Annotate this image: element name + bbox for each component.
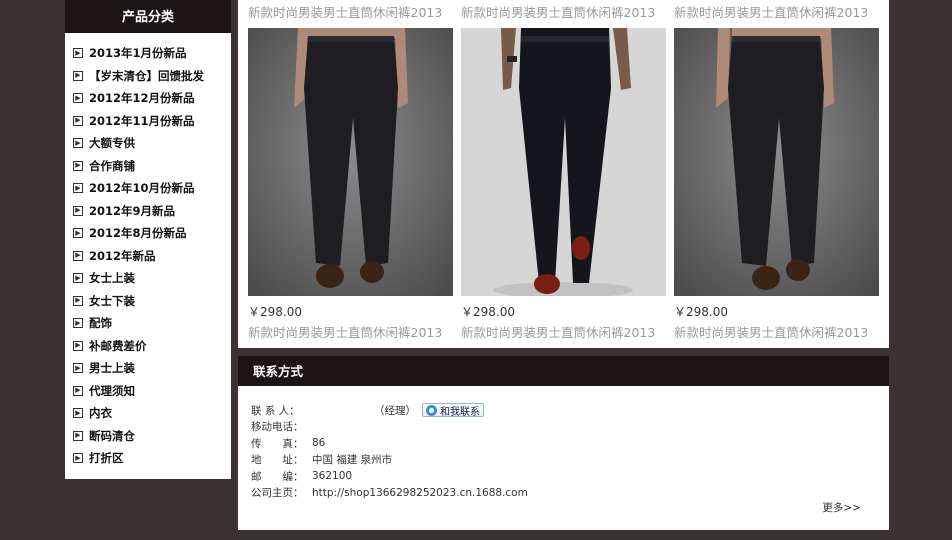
category-label: 2012年11月份新品 bbox=[89, 113, 195, 128]
category-label: 内衣 bbox=[89, 406, 112, 421]
homepage-row: 公司主页： http://shop1366298252023.cn.1688.c… bbox=[251, 485, 889, 502]
arrow-box-icon: ▶ bbox=[73, 93, 83, 104]
category-label: 代理须知 bbox=[89, 383, 135, 398]
category-label: 大额专供 bbox=[89, 136, 135, 151]
product-title-link[interactable]: 新款时尚男装男士直筒休闲裤2013 bbox=[248, 2, 442, 21]
product-title-link[interactable]: 新款时尚男装男士直筒休闲裤2013 bbox=[461, 2, 655, 21]
arrow-box-icon: ▶ bbox=[73, 138, 83, 149]
contact-title: 联系方式 bbox=[238, 356, 889, 386]
arrow-box-icon: ▶ bbox=[73, 160, 83, 171]
zip-label: 邮 编： bbox=[251, 470, 304, 483]
arrow-box-icon: ▶ bbox=[73, 318, 83, 329]
contact-person-label: 联 系 人： bbox=[251, 404, 300, 417]
chat-button-label: 和我联系 bbox=[440, 406, 480, 418]
category-item[interactable]: ▶ 断码清仓 bbox=[65, 425, 231, 448]
contact-info: 联 系 人： （经理） 和我联系 移动电话： 传 真： 86 地 址： 中国 福… bbox=[238, 386, 889, 501]
category-item[interactable]: ▶ 2013年1月份新品 bbox=[65, 42, 231, 65]
category-item[interactable]: ▶ 大额专供 bbox=[65, 132, 231, 155]
arrow-box-icon: ▶ bbox=[73, 430, 83, 441]
category-item[interactable]: ▶ 内衣 bbox=[65, 402, 231, 425]
sidebar-title: 产品分类 bbox=[65, 0, 231, 33]
category-item[interactable]: ▶ 女士下装 bbox=[65, 290, 231, 313]
category-item[interactable]: ▶ 补邮费差价 bbox=[65, 335, 231, 358]
fax-row: 传 真： 86 bbox=[251, 435, 889, 452]
category-label: 2013年1月份新品 bbox=[89, 46, 187, 61]
category-item[interactable]: ▶ 代理须知 bbox=[65, 380, 231, 403]
fax-label: 传 真： bbox=[251, 437, 304, 450]
category-sidebar: 产品分类 ▶ 2013年1月份新品 ▶ 【岁末清仓】回馈批发 ▶ 2012年12月份新… bbox=[65, 0, 231, 479]
category-label: 断码清仓 bbox=[89, 428, 135, 443]
category-label: 2012年12月份新品 bbox=[89, 91, 195, 106]
mobile-row: 移动电话： bbox=[251, 419, 889, 436]
homepage-label: 公司主页： bbox=[251, 487, 304, 500]
category-item[interactable]: ▶ 2012年新品 bbox=[65, 245, 231, 268]
category-label: 男士上装 bbox=[89, 361, 135, 376]
category-item[interactable]: ▶ 2012年12月份新品 bbox=[65, 87, 231, 110]
mobile-label: 移动电话： bbox=[251, 421, 304, 434]
address-value: 中国 福建 泉州市 bbox=[312, 454, 393, 467]
category-item[interactable]: ▶ 女士上装 bbox=[65, 267, 231, 290]
arrow-box-icon: ▶ bbox=[73, 183, 83, 194]
contact-person-row: 联 系 人： （经理） 和我联系 bbox=[251, 402, 889, 419]
category-item[interactable]: ▶ 2012年9月新品 bbox=[65, 200, 231, 223]
category-label: 女士上装 bbox=[89, 271, 135, 286]
category-item[interactable]: ▶ 男士上装 bbox=[65, 357, 231, 380]
address-label: 地 址： bbox=[251, 454, 304, 467]
more-link[interactable]: 更多>> bbox=[822, 500, 861, 515]
category-label: 2012年9月新品 bbox=[89, 203, 176, 218]
product-image-jeans[interactable] bbox=[674, 28, 879, 296]
category-label: 女士下装 bbox=[89, 293, 135, 308]
category-label: 补邮费差价 bbox=[89, 338, 147, 353]
arrow-box-icon: ▶ bbox=[73, 228, 83, 239]
arrow-box-icon: ▶ bbox=[73, 295, 83, 306]
category-item[interactable]: ▶ 合作商铺 bbox=[65, 155, 231, 178]
arrow-box-icon: ▶ bbox=[73, 385, 83, 396]
product-image-jeans[interactable] bbox=[461, 28, 666, 296]
category-list: ▶ 2013年1月份新品 ▶ 【岁末清仓】回馈批发 ▶ 2012年12月份新品 ▶ 20… bbox=[65, 33, 231, 470]
arrow-box-icon: ▶ bbox=[73, 408, 83, 419]
product-image-jeans[interactable] bbox=[248, 28, 453, 296]
contact-panel: 联系方式 联 系 人： （经理） 和我联系 移动电话： 传 真： 86 地 址：… bbox=[238, 356, 889, 530]
product-price: ￥298.00 bbox=[461, 305, 515, 319]
product-title-link[interactable]: 新款时尚男装男士直筒休闲裤2013 bbox=[248, 322, 442, 341]
product-title-link[interactable]: 新款时尚男装男士直筒休闲裤2013 bbox=[674, 322, 868, 341]
category-label: 配饰 bbox=[89, 316, 112, 331]
category-item[interactable]: ▶ 2012年10月份新品 bbox=[65, 177, 231, 200]
arrow-box-icon: ▶ bbox=[73, 115, 83, 126]
category-label: 合作商铺 bbox=[89, 158, 135, 173]
product-grid: 新款时尚男装男士直筒休闲裤2013 ￥298.00 新款时尚男装男士直筒休闲裤2… bbox=[238, 0, 889, 348]
arrow-box-icon: ▶ bbox=[73, 250, 83, 261]
arrow-box-icon: ▶ bbox=[73, 453, 83, 464]
contact-person-value: （经理） bbox=[374, 404, 416, 417]
category-item[interactable]: ▶ 【岁末清仓】回馈批发 bbox=[65, 65, 231, 88]
arrow-box-icon: ▶ bbox=[73, 205, 83, 216]
product-price: ￥298.00 bbox=[674, 305, 728, 319]
zip-row: 邮 编： 362100 bbox=[251, 468, 889, 485]
category-label: 2012年8月份新品 bbox=[89, 226, 187, 241]
product-title-link[interactable]: 新款时尚男装男士直筒休闲裤2013 bbox=[674, 2, 868, 21]
arrow-box-icon: ▶ bbox=[73, 363, 83, 374]
arrow-box-icon: ▶ bbox=[73, 273, 83, 284]
arrow-box-icon: ▶ bbox=[73, 70, 83, 81]
homepage-link[interactable]: http://shop1366298252023.cn.1688.com bbox=[312, 487, 528, 499]
address-row: 地 址： 中国 福建 泉州市 bbox=[251, 452, 889, 469]
chat-button[interactable]: 和我联系 bbox=[422, 403, 484, 418]
category-label: 2012年新品 bbox=[89, 248, 156, 263]
category-label: 【岁末清仓】回馈批发 bbox=[89, 68, 204, 83]
category-item[interactable]: ▶ 2012年8月份新品 bbox=[65, 222, 231, 245]
zip-value: 362100 bbox=[312, 470, 353, 483]
category-item[interactable]: ▶ 2012年11月份新品 bbox=[65, 110, 231, 133]
product-price: ￥298.00 bbox=[248, 305, 302, 319]
category-item[interactable]: ▶ 配饰 bbox=[65, 312, 231, 335]
category-item[interactable]: ▶ 打折区 bbox=[65, 447, 231, 470]
category-label: 打折区 bbox=[89, 451, 124, 466]
arrow-box-icon: ▶ bbox=[73, 48, 83, 59]
arrow-box-icon: ▶ bbox=[73, 340, 83, 351]
chat-icon bbox=[426, 404, 437, 416]
product-title-link[interactable]: 新款时尚男装男士直筒休闲裤2013 bbox=[461, 322, 655, 341]
fax-value: 86 bbox=[312, 437, 326, 450]
category-label: 2012年10月份新品 bbox=[89, 181, 195, 196]
